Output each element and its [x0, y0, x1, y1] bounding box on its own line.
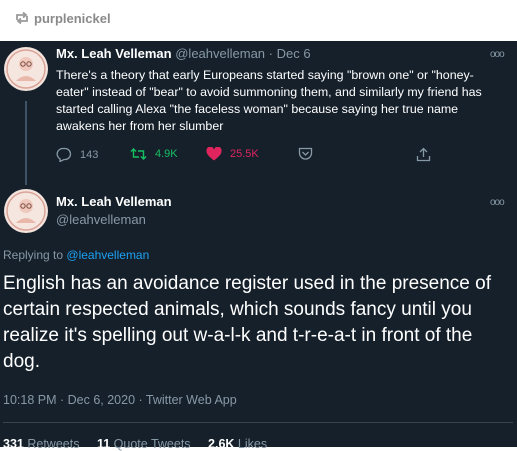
reply-icon: [56, 147, 72, 162]
retweet-count: 4.9K: [155, 148, 178, 160]
tweet-timestamp[interactable]: 10:18 PM · Dec 6, 2020 · Twitter Web App: [3, 393, 237, 407]
like-button[interactable]: 25.5K: [206, 147, 259, 161]
more-options-icon[interactable]: ooo: [490, 49, 505, 60]
likes-count: 2.6K: [208, 437, 235, 451]
tweet-stats: 331 Retweets 11 Quote Tweets 2.6K Likes: [3, 437, 281, 451]
tweet-actions: 143 4.9K 25.5K: [56, 147, 496, 167]
reblog-icon: [14, 11, 30, 25]
retweets-count: 331: [3, 437, 24, 451]
retweets-label: Retweets: [27, 437, 80, 451]
handle[interactable]: @leahvelleman: [175, 46, 265, 61]
quote-count: 11: [96, 437, 111, 451]
pocket-icon: [298, 147, 313, 161]
retweet-button[interactable]: 4.9K: [130, 147, 178, 161]
main-tweet-text: English has an avoidance register used i…: [3, 273, 491, 372]
replying-prefix: Replying to: [3, 248, 64, 262]
bookmark-button[interactable]: [298, 147, 313, 161]
reblog-username[interactable]: purplenickel: [34, 11, 111, 26]
likes-label: Likes: [237, 437, 268, 451]
heart-icon: [206, 147, 222, 161]
more-options-icon[interactable]: ooo: [490, 197, 505, 208]
thread-line: [25, 101, 27, 185]
divider: [3, 422, 513, 423]
avatar[interactable]: [4, 47, 48, 91]
quoted-author[interactable]: Mx. Leah Velleman @leahvelleman · Dec 6: [56, 46, 311, 61]
share-button[interactable]: [416, 147, 431, 162]
avatar[interactable]: [4, 189, 48, 233]
like-count: 25.5K: [230, 148, 259, 160]
main-display-name[interactable]: Mx. Leah Velleman: [56, 194, 172, 209]
replying-to: Replying to @leahvelleman: [3, 248, 149, 262]
display-name[interactable]: Mx. Leah Velleman: [56, 46, 172, 61]
reply-count: 143: [80, 148, 99, 161]
separator-dot: ·: [268, 46, 274, 61]
replying-to-link[interactable]: @leahvelleman: [66, 248, 149, 262]
main-handle[interactable]: @leahvelleman: [56, 212, 146, 227]
retweets-stat[interactable]: 331 Retweets: [3, 437, 79, 451]
quoted-tweet-text: There's a theory that early Europeans st…: [56, 68, 482, 133]
quote-tweets-stat[interactable]: 11 Quote Tweets: [97, 437, 191, 451]
retweet-icon: [130, 147, 147, 161]
quote-label: Quote Tweets: [113, 437, 191, 451]
tweet-screenshot: Mx. Leah Velleman @leahvelleman · Dec 6 …: [0, 41, 517, 451]
reply-button[interactable]: 143: [56, 147, 98, 162]
reblog-header: purplenickel: [0, 0, 517, 41]
likes-stat[interactable]: 2.6K Likes: [208, 437, 267, 451]
share-icon: [416, 147, 431, 162]
tweet-date[interactable]: Dec 6: [277, 46, 311, 61]
